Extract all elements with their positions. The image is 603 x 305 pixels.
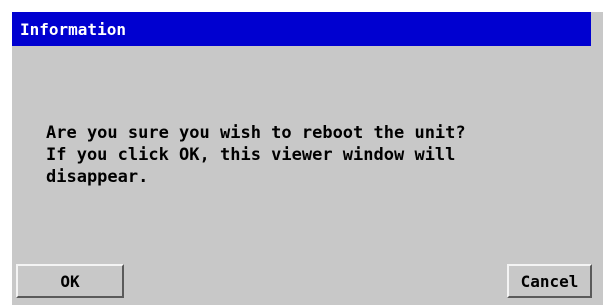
cancel-button[interactable]: Cancel	[507, 264, 592, 298]
dialog-title: Information	[20, 19, 126, 39]
ok-button[interactable]: OK	[16, 264, 124, 298]
message-line-3: disappear.	[46, 167, 149, 187]
dialog-titlebar[interactable]: Information	[12, 12, 591, 46]
dialog-message: Are you sure you wish to reboot the unit…	[46, 122, 586, 188]
message-line-2: If you click OK, this viewer window will	[46, 145, 456, 165]
information-dialog: Information Are you sure you wish to reb…	[12, 12, 603, 305]
message-line-1: Are you sure you wish to reboot the unit…	[46, 123, 466, 143]
